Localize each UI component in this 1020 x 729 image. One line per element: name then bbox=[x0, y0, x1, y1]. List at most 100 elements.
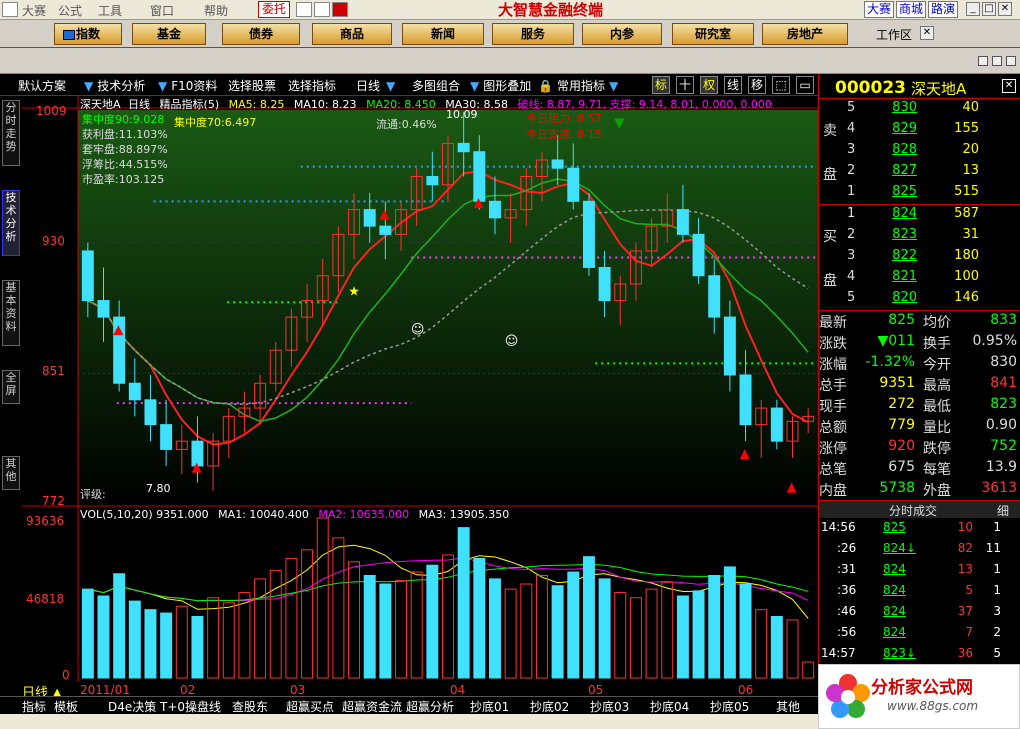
tab-fullscreen[interactable]: 全屏 bbox=[2, 370, 20, 404]
tab-overlay[interactable]: ▼ 图形叠加 bbox=[470, 77, 531, 94]
toggle-rights[interactable]: 权 bbox=[700, 76, 718, 94]
tick-price: 824 bbox=[883, 583, 906, 597]
menu-formula[interactable]: 公式 bbox=[58, 2, 82, 19]
ticks-title[interactable]: 分时成交 bbox=[889, 502, 937, 519]
bottom-tab[interactable]: 抄底05 bbox=[710, 698, 749, 715]
toggle-line[interactable]: 线 bbox=[724, 76, 742, 94]
close-icon[interactable]: ✕ bbox=[998, 2, 1012, 16]
chart-split-icon[interactable]: ▭ bbox=[796, 76, 814, 94]
candle-body bbox=[770, 407, 783, 442]
nav-commodity[interactable]: 商品 bbox=[312, 23, 392, 45]
volume-bar bbox=[81, 588, 94, 679]
ask-price: 829 bbox=[892, 121, 917, 136]
menu-window[interactable]: 窗口 bbox=[150, 2, 174, 19]
bottom-tab[interactable]: 其他 bbox=[776, 698, 800, 715]
tab-tech-analysis[interactable]: 技术分析 bbox=[2, 190, 20, 256]
ask-row[interactable]: 3 828 20 bbox=[819, 142, 1020, 163]
trade-button[interactable]: 委托 bbox=[258, 1, 290, 18]
contest-button[interactable]: 大赛 bbox=[864, 1, 894, 18]
workspace-label[interactable]: 工作区 bbox=[876, 26, 912, 43]
ticks-detail-tab[interactable]: 细 bbox=[997, 502, 1009, 519]
menu-tools[interactable]: 工具 bbox=[98, 2, 122, 19]
bottom-tab[interactable]: 超赢分析 bbox=[406, 698, 454, 715]
nav-service[interactable]: 服务 bbox=[492, 23, 574, 45]
tab-default-scheme[interactable]: 默认方案 bbox=[18, 77, 66, 94]
ask-row[interactable]: 1 825 515 bbox=[819, 184, 1020, 205]
bottom-tab[interactable]: 指标 bbox=[22, 698, 46, 715]
max-icon[interactable] bbox=[992, 56, 1002, 66]
bottom-tab[interactable]: 超赢资金流 bbox=[342, 698, 402, 715]
bottom-tab[interactable]: 抄底04 bbox=[650, 698, 689, 715]
ask-row[interactable]: 2 827 13 bbox=[819, 163, 1020, 184]
tab-select-stock[interactable]: 选择股票 bbox=[228, 77, 276, 94]
today-support: 今日支撑: 8.15 bbox=[526, 128, 602, 141]
chart-icon[interactable] bbox=[332, 2, 348, 17]
tab-multi-chart[interactable]: 多图组合 bbox=[412, 77, 460, 94]
toggle-crosshair[interactable]: 十 bbox=[676, 76, 694, 94]
bid-volume: 146 bbox=[954, 290, 979, 305]
nav-fund[interactable]: 基金 bbox=[132, 23, 206, 45]
nav-index[interactable]: 指数 bbox=[54, 23, 122, 45]
menu-contest[interactable]: 大赛 bbox=[22, 2, 46, 19]
tick-volume: 82 bbox=[957, 541, 973, 555]
tab-fundamentals[interactable]: 基本资料 bbox=[2, 280, 20, 346]
workspace-close-icon[interactable]: ✕ bbox=[920, 26, 934, 40]
tab-common-indicator[interactable]: 🔒 常用指标 ▼ bbox=[538, 77, 622, 94]
volume-bar bbox=[582, 556, 595, 679]
window-icon[interactable] bbox=[314, 2, 330, 17]
stat-value: 779 bbox=[888, 417, 915, 433]
nav-news[interactable]: 新闻 bbox=[402, 23, 484, 45]
bid-row[interactable]: 2 823 31 bbox=[819, 227, 1020, 248]
bid-row[interactable]: 1 824 587 bbox=[819, 206, 1020, 227]
bottom-tab[interactable]: T+0操盘线 bbox=[160, 698, 221, 715]
toggle-mark[interactable]: 标 bbox=[652, 76, 670, 94]
tick-row: :31 824 13 1 bbox=[819, 562, 1020, 583]
restore-icon[interactable] bbox=[978, 56, 988, 66]
kline-chart[interactable]: ▲ ▲ ★ ▲ ☺ ▲ ☺ ▼ ▲ ▲ 深天地A 日线 精品指标(5) MA5: 8.25 MA1… bbox=[22, 96, 818, 697]
bid-row[interactable]: 4 821 100 bbox=[819, 269, 1020, 290]
bid-row[interactable]: 5 820 146 bbox=[819, 290, 1020, 311]
bottom-tab[interactable]: 超赢买点 bbox=[286, 698, 334, 715]
tick-time: :31 bbox=[837, 562, 857, 576]
minimize-icon[interactable]: _ bbox=[966, 2, 980, 16]
tab-f10[interactable]: ▼ F10资料 bbox=[158, 77, 217, 94]
bid-row[interactable]: 3 822 180 bbox=[819, 248, 1020, 269]
volume-bar bbox=[457, 527, 470, 679]
bottom-tab[interactable]: 查股东 bbox=[232, 698, 268, 715]
bottom-tab[interactable]: 抄底02 bbox=[530, 698, 569, 715]
nav-research[interactable]: 研究室 bbox=[672, 23, 754, 45]
maximize-icon[interactable]: □ bbox=[982, 2, 996, 16]
nav-insider[interactable]: 内参 bbox=[582, 23, 662, 45]
bottom-tab[interactable]: 抄底03 bbox=[590, 698, 629, 715]
volume-bar bbox=[379, 583, 392, 679]
bid-volume: 587 bbox=[954, 206, 979, 221]
tab-technical[interactable]: ▼ 技术分析 bbox=[84, 77, 145, 94]
bottom-tab[interactable]: 模板 bbox=[54, 698, 78, 715]
chart-panel-icon[interactable]: ⬚ bbox=[772, 76, 790, 94]
volume-bar bbox=[739, 583, 752, 679]
tick-row: :26 824↓ 82 11 bbox=[819, 541, 1020, 562]
nav-realestate[interactable]: 房地产 bbox=[762, 23, 848, 45]
close-icon[interactable]: ✕ bbox=[1002, 79, 1016, 93]
close-panel-icon[interactable] bbox=[1006, 56, 1016, 66]
grid-icon[interactable] bbox=[296, 2, 312, 17]
tab-intraday[interactable]: 分时走势 bbox=[2, 100, 20, 166]
mall-button[interactable]: 商城 bbox=[896, 1, 926, 18]
tab-daily[interactable]: 日线 ▼ bbox=[356, 77, 399, 94]
tab-other[interactable]: 其他 bbox=[2, 456, 20, 490]
tab-select-indicator[interactable]: 选择指标 bbox=[288, 77, 336, 94]
ask-row[interactable]: 4 829 155 bbox=[819, 121, 1020, 142]
menu-help[interactable]: 帮助 bbox=[204, 2, 228, 19]
bottom-tab[interactable]: D4e决策 bbox=[108, 698, 156, 715]
bottom-tab[interactable]: 抄底01 bbox=[470, 698, 509, 715]
stat-label: 每笔 bbox=[923, 462, 951, 478]
ask-row[interactable]: 5 830 40 bbox=[819, 100, 1020, 121]
candle-body bbox=[582, 200, 595, 268]
nav-bond[interactable]: 债券 bbox=[222, 23, 300, 45]
stat-value: 0.95% bbox=[972, 333, 1017, 349]
stat-value: 841 bbox=[990, 375, 1017, 391]
toggle-move[interactable]: 移 bbox=[748, 76, 766, 94]
stat-value: 675 bbox=[888, 459, 915, 475]
tick-count: 1 bbox=[993, 583, 1001, 597]
roadshow-button[interactable]: 路演 bbox=[928, 1, 958, 18]
